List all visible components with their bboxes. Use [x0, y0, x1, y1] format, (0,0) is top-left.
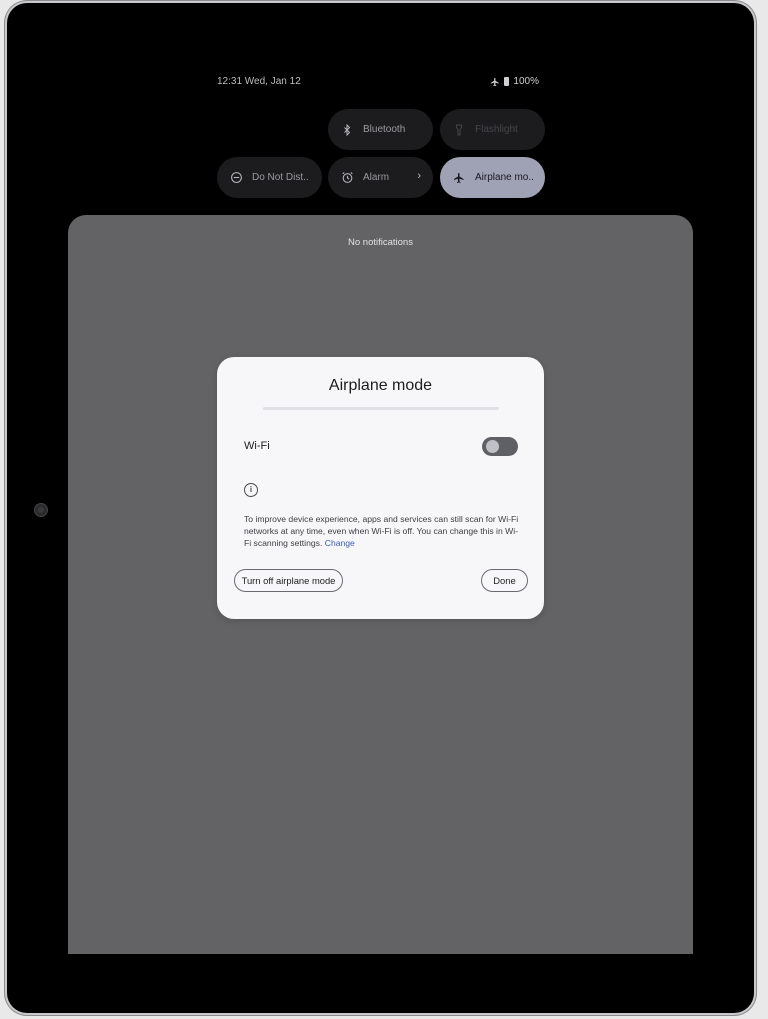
no-notifications-text: No notifications [348, 237, 413, 248]
tile-label: Alarm [363, 172, 390, 183]
chevron-right-icon: › [417, 170, 421, 182]
airplane-status-icon [490, 77, 500, 87]
wifi-label: Wi-Fi [244, 440, 270, 452]
tile-do-not-disturb[interactable]: Do Not Dist.. [217, 157, 322, 198]
tile-label: Flashlight [475, 124, 518, 135]
battery-percent: 100% [513, 76, 539, 87]
wifi-scanning-info: To improve device experience, apps and s… [244, 513, 524, 549]
turn-off-airplane-mode-button[interactable]: Turn off airplane mode [234, 569, 343, 592]
wifi-toggle[interactable] [482, 437, 518, 456]
airplane-mode-dialog: Airplane mode Wi-Fi i To improve device … [217, 357, 544, 619]
status-time-date: 12:31 Wed, Jan 12 [217, 76, 301, 87]
info-text: To improve device experience, apps and s… [244, 514, 519, 548]
toggle-knob [486, 440, 499, 453]
tile-bluetooth[interactable]: Bluetooth [328, 109, 433, 150]
status-bar: 12:31 Wed, Jan 12 100% [61, 65, 687, 105]
airplane-icon [452, 171, 466, 185]
tile-alarm[interactable]: Alarm › [328, 157, 433, 198]
tile-label: Airplane mo.. [475, 172, 534, 183]
tile-airplane-mode[interactable]: Airplane mo.. [440, 157, 545, 198]
tile-label: Bluetooth [363, 124, 406, 135]
info-icon: i [244, 483, 258, 497]
tile-label: Do Not Dist.. [252, 172, 309, 183]
flashlight-icon [452, 123, 466, 137]
dialog-divider [263, 407, 499, 410]
battery-icon [504, 77, 510, 86]
dialog-title: Airplane mode [328, 377, 433, 394]
do-not-disturb-icon [229, 171, 243, 185]
status-indicators: 100% [490, 76, 539, 87]
change-link[interactable]: Change [325, 538, 355, 548]
done-button[interactable]: Done [481, 569, 528, 592]
front-camera [34, 503, 48, 517]
bluetooth-icon [340, 123, 354, 137]
tile-flashlight[interactable]: Flashlight [440, 109, 545, 150]
alarm-icon [340, 171, 354, 185]
